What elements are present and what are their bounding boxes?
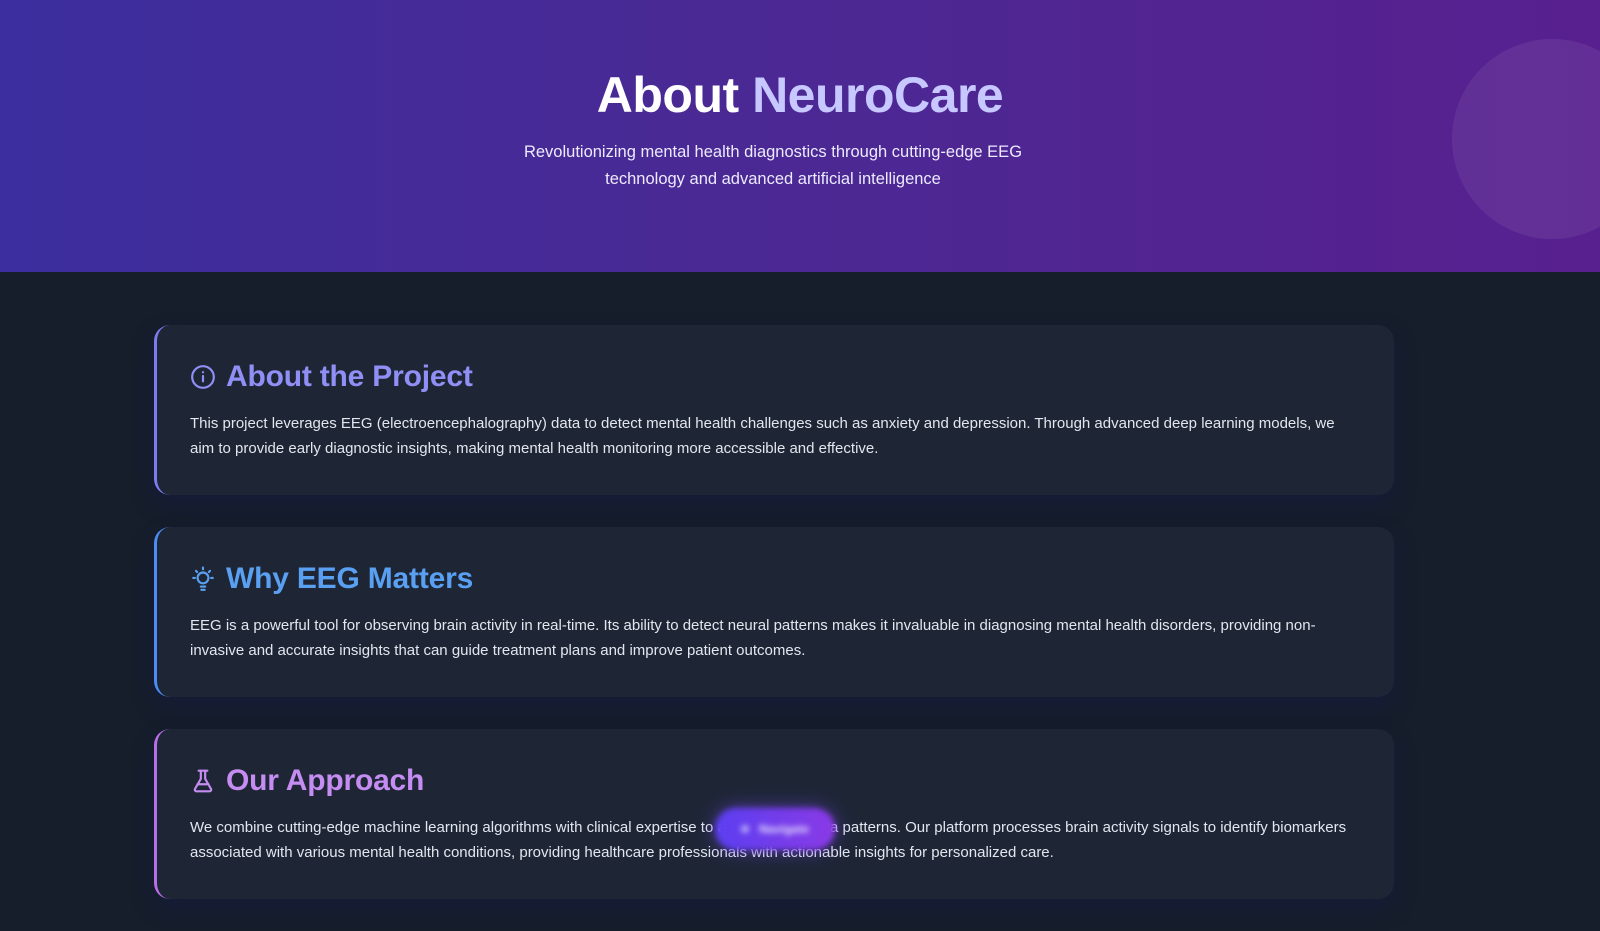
page-title: About NeuroCare xyxy=(0,66,1600,124)
why-eeg-card: Why EEG Matters EEG is a powerful tool f… xyxy=(154,527,1394,697)
card-title: Our Approach xyxy=(226,764,425,797)
card-text: EEG is a powerful tool for observing bra… xyxy=(190,617,1316,659)
info-icon xyxy=(190,364,216,390)
menu-icon xyxy=(740,825,749,833)
hero-banner: About NeuroCare Revolutionizing mental h… xyxy=(0,0,1600,272)
page-title-prefix: About xyxy=(596,67,739,123)
about-project-card: About the Project This project leverages… xyxy=(154,325,1394,495)
page-title-accent: NeuroCare xyxy=(752,67,1004,123)
hero-subtitle: Revolutionizing mental health diagnostic… xyxy=(523,143,1023,188)
navigate-button[interactable]: Navigate xyxy=(715,808,835,850)
lightbulb-icon xyxy=(190,566,216,592)
flask-icon xyxy=(190,768,216,794)
card-title: About the Project xyxy=(226,360,473,393)
navigate-button-label: Navigate xyxy=(758,822,810,836)
card-text: This project leverages EEG (electroencep… xyxy=(190,415,1335,457)
card-title: Why EEG Matters xyxy=(226,562,474,595)
